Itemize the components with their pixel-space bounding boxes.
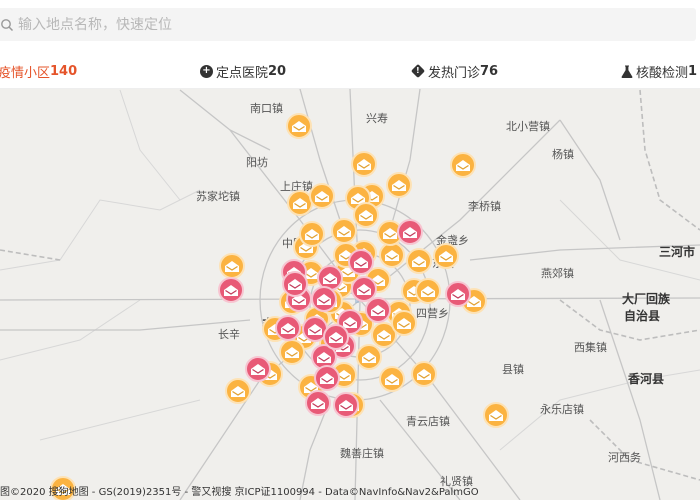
place-label: 兴寿 bbox=[366, 112, 388, 125]
footer-copyright: ©2020 搜狗地图 - GS(2019)2351号 - 警又视搜 京ICP证1… bbox=[10, 487, 479, 498]
place-label: 长辛 bbox=[218, 328, 240, 341]
hospital-marker[interactable] bbox=[275, 315, 301, 341]
hospital-marker[interactable] bbox=[333, 392, 359, 418]
community-marker[interactable] bbox=[379, 242, 405, 268]
hospital-marker[interactable] bbox=[323, 324, 349, 350]
place-label: 南口镇 bbox=[250, 102, 283, 115]
place-label: 自治县 bbox=[624, 309, 661, 323]
place-label: 河西务 bbox=[608, 451, 641, 464]
community-marker[interactable] bbox=[411, 361, 437, 387]
tab-nucleic-testing[interactable]: 核酸检测 1 bbox=[621, 60, 697, 82]
place-label: 县镇 bbox=[502, 363, 524, 376]
community-marker[interactable] bbox=[379, 366, 405, 392]
community-marker[interactable] bbox=[356, 344, 382, 370]
diamond-icon: ! bbox=[410, 63, 426, 79]
community-marker[interactable] bbox=[299, 221, 325, 247]
tab-label: 发热门诊 bbox=[428, 65, 481, 81]
tab-label: 定点医院 bbox=[216, 65, 269, 81]
tab-label: 核酸检测 bbox=[636, 65, 689, 81]
hospital-marker[interactable] bbox=[397, 219, 423, 245]
map-attribution: 图©2020 搜狗地图 - GS(2019)2351号 - 警又视搜 京ICP证… bbox=[0, 483, 479, 498]
search-icon bbox=[0, 18, 14, 32]
search-bar bbox=[0, 0, 700, 50]
place-label: 燕郊镇 bbox=[541, 267, 574, 280]
place-label: 西集镇 bbox=[574, 341, 607, 354]
community-marker[interactable] bbox=[309, 183, 335, 209]
community-marker[interactable] bbox=[386, 172, 412, 198]
place-label: 香河县 bbox=[628, 372, 665, 386]
hospital-marker[interactable] bbox=[365, 297, 391, 323]
hospital-marker[interactable] bbox=[218, 277, 244, 303]
community-marker[interactable] bbox=[406, 248, 432, 274]
plus-circle-icon: + bbox=[200, 64, 213, 78]
community-marker[interactable] bbox=[433, 243, 459, 269]
tab-designated-hospitals[interactable]: + 定点医院 20 bbox=[200, 60, 286, 82]
search-box[interactable] bbox=[0, 8, 696, 41]
footer-fragment: 图 bbox=[0, 487, 10, 498]
place-label: 青云店镇 bbox=[406, 415, 450, 428]
tab-count: 1 bbox=[688, 63, 698, 79]
place-label: 李桥镇 bbox=[468, 200, 501, 213]
search-input[interactable] bbox=[18, 16, 578, 33]
flask-icon bbox=[621, 65, 633, 78]
place-label: 永乐店镇 bbox=[540, 403, 584, 416]
place-label: 北小营镇 bbox=[506, 120, 550, 133]
place-label: 三河市 bbox=[659, 245, 696, 259]
hospital-marker[interactable] bbox=[311, 286, 337, 312]
hospital-marker[interactable] bbox=[282, 271, 308, 297]
place-label: 杨镇 bbox=[552, 148, 574, 161]
tab-count: 76 bbox=[480, 63, 499, 79]
tab-fever-clinics[interactable]: ! 发热门诊 76 bbox=[410, 60, 499, 82]
category-tabs: 疫情小区 140 + 定点医院 20 ! 发热门诊 76 核酸检测 1 bbox=[0, 52, 700, 135]
community-marker[interactable] bbox=[331, 218, 357, 244]
community-marker[interactable] bbox=[219, 253, 245, 279]
hospital-marker[interactable] bbox=[445, 281, 471, 307]
place-label: 魏善庄镇 bbox=[340, 447, 384, 460]
community-marker[interactable] bbox=[353, 202, 379, 228]
community-marker[interactable] bbox=[286, 113, 312, 139]
community-marker[interactable] bbox=[351, 151, 377, 177]
community-marker[interactable] bbox=[225, 378, 251, 404]
tab-count: 140 bbox=[50, 63, 78, 79]
map-canvas[interactable]: 南口镇 兴寿 北小营镇 阳坊 杨镇 上庄镇 苏家坨镇 李桥镇 中国人 金盏乡 东… bbox=[0, 89, 700, 500]
community-marker[interactable] bbox=[391, 310, 417, 336]
hospital-marker[interactable] bbox=[305, 390, 331, 416]
place-label: 苏家坨镇 bbox=[196, 190, 240, 203]
hospital-marker[interactable] bbox=[348, 249, 374, 275]
community-marker[interactable] bbox=[415, 278, 441, 304]
tab-label: 疫情小区 bbox=[0, 65, 51, 81]
place-label: 阳坊 bbox=[246, 156, 268, 169]
community-marker[interactable] bbox=[279, 339, 305, 365]
place-label: 四营乡 bbox=[416, 307, 449, 320]
community-marker[interactable] bbox=[450, 152, 476, 178]
road-network bbox=[0, 89, 700, 500]
tab-count: 20 bbox=[268, 63, 287, 79]
place-label: 大厂回族 bbox=[622, 292, 671, 306]
community-marker[interactable] bbox=[483, 402, 509, 428]
hospital-marker[interactable] bbox=[245, 356, 271, 382]
tab-epidemic-communities[interactable]: 疫情小区 140 bbox=[0, 60, 77, 82]
hospital-marker[interactable] bbox=[314, 365, 340, 391]
